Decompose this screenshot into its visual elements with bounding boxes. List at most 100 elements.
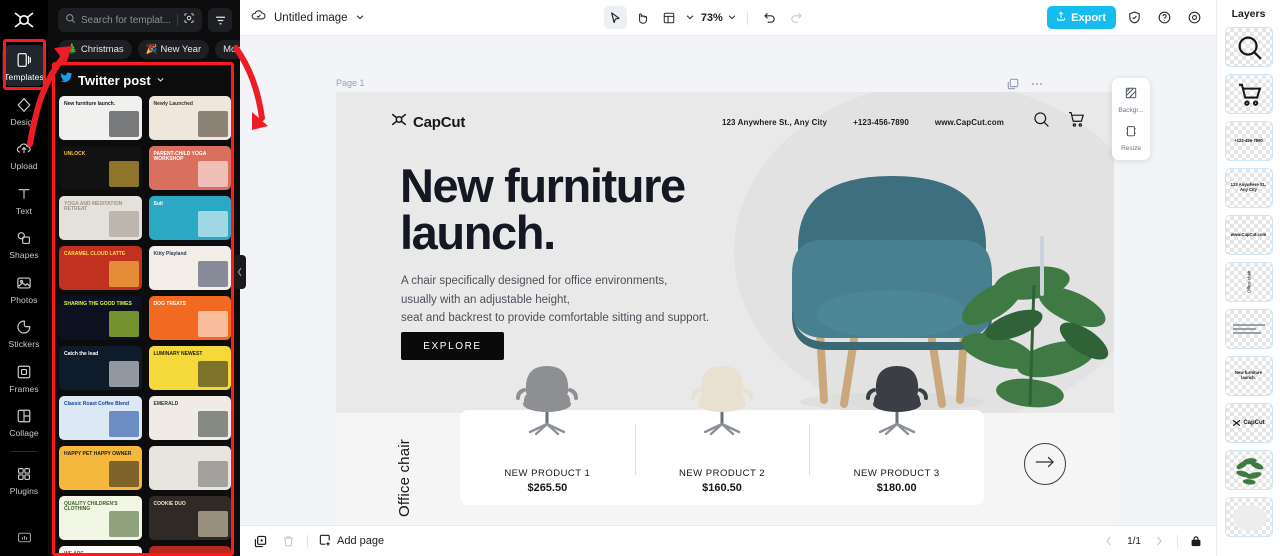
- sidebar-item-label: Stickers: [8, 339, 40, 349]
- delete-page-button[interactable]: [279, 532, 297, 550]
- next-arrow-button[interactable]: [1024, 443, 1066, 485]
- template-thumbnail[interactable]: EMERALD: [148, 396, 231, 440]
- chevron-down-icon[interactable]: [355, 9, 365, 27]
- template-thumbnail-art: [198, 411, 228, 437]
- canvas-vertical-scrollbar[interactable]: [1040, 236, 1044, 296]
- sidebar-item-frames[interactable]: Frames: [2, 357, 46, 398]
- template-thumbnail-label: EMERALD: [153, 401, 179, 407]
- template-thumbnail[interactable]: Kitty Playland: [148, 246, 231, 290]
- sidebar-item-templates[interactable]: Templates: [2, 45, 46, 86]
- layer-item[interactable]: +123-456-7890: [1224, 121, 1273, 161]
- layers-list[interactable]: +123-456-7890 123 Anywhere St., Any City w…: [1224, 27, 1273, 544]
- explore-button[interactable]: EXPLORE: [401, 332, 504, 360]
- sidebar-item-label: Plugins: [9, 485, 39, 496]
- template-thumbnail[interactable]: [148, 546, 231, 556]
- capcut-logo-icon[interactable]: [11, 9, 37, 31]
- background-tool[interactable]: Backgr...: [1114, 83, 1148, 117]
- plugins-icon: [14, 464, 34, 484]
- filter-icon[interactable]: [208, 8, 232, 32]
- template-thumbnail[interactable]: QUALITY CHILDREN'S CLOTHING: [59, 496, 142, 540]
- template-thumbnail[interactable]: LUMINARY NEWEST: [148, 346, 231, 390]
- undo-button[interactable]: [758, 6, 781, 29]
- template-thumbnail[interactable]: UNLOCK: [59, 146, 142, 190]
- product-chair-image: [504, 354, 590, 440]
- layer-item[interactable]: [1224, 27, 1273, 67]
- chip-new-year[interactable]: 🎉 New Year: [137, 40, 210, 59]
- template-thumbnail[interactable]: CARAMEL CLOUD LATTE: [59, 246, 142, 290]
- template-thumbnail[interactable]: SHARING THE GOOD TIMES: [59, 296, 142, 340]
- visual-search-icon[interactable]: [183, 11, 195, 29]
- lock-button[interactable]: [1187, 532, 1205, 550]
- template-thumbnail[interactable]: HAPPY PET HAPPY OWNER: [59, 446, 142, 490]
- template-thumbnail[interactable]: Suit: [148, 196, 231, 240]
- layer-item[interactable]: New furniture launch.: [1224, 356, 1273, 396]
- layout-tool[interactable]: [658, 6, 681, 29]
- sidebar-item-design[interactable]: Design: [2, 90, 46, 131]
- sidebar-item-plugins[interactable]: Plugins: [2, 459, 46, 500]
- layer-item[interactable]: www.CapCut.com: [1224, 215, 1273, 255]
- sidebar-item-stickers[interactable]: Stickers: [2, 312, 46, 353]
- zoom-level[interactable]: 73%: [701, 12, 723, 24]
- resize-tool[interactable]: Resize: [1114, 121, 1148, 155]
- layer-item[interactable]: [1224, 497, 1273, 537]
- template-thumbnail[interactable]: PARENT-CHILD YOGA WORKSHOP: [148, 146, 231, 190]
- layer-item[interactable]: [1224, 309, 1273, 349]
- sidebar-item-shapes[interactable]: Shapes: [2, 223, 46, 264]
- next-page-button[interactable]: [1150, 532, 1168, 550]
- prev-page-button[interactable]: [1100, 532, 1118, 550]
- page-indicator: 1/1: [1127, 535, 1141, 547]
- layer-item[interactable]: 123 Anywhere St., Any City: [1224, 168, 1273, 208]
- redo-button[interactable]: [785, 6, 808, 29]
- template-thumbnail[interactable]: Classic Roast Coffee Blend: [59, 396, 142, 440]
- template-thumbnail[interactable]: YOGA AND MEDITATION RETREAT: [59, 196, 142, 240]
- export-button[interactable]: Export: [1047, 6, 1116, 29]
- select-tool[interactable]: [603, 6, 627, 29]
- template-thumbnail[interactable]: COOKIE DUO: [148, 496, 231, 540]
- template-thumbnail[interactable]: [148, 446, 231, 490]
- sidebar-item-label: Upload: [10, 161, 38, 171]
- canvas-area[interactable]: Page 1 CapCut 123 Anywhere St., Any City…: [240, 36, 1216, 525]
- search-input[interactable]: Search for templat...: [58, 8, 202, 32]
- sidebar-item-upload[interactable]: Upload: [2, 134, 46, 175]
- template-category-header[interactable]: Twitter post: [48, 65, 240, 96]
- template-thumbnail[interactable]: Newly Launched: [148, 96, 231, 140]
- template-thumbnail-art: [198, 211, 228, 237]
- layout-chevron-down-icon[interactable]: [685, 9, 695, 27]
- sidebar-item-label: Text: [16, 205, 32, 216]
- template-thumbnail[interactable]: DOG TREATS: [148, 296, 231, 340]
- hand-tool[interactable]: [631, 6, 654, 29]
- gear-icon[interactable]: [1183, 6, 1206, 29]
- layer-shape: [1232, 505, 1267, 531]
- help-icon[interactable]: [1153, 6, 1176, 29]
- template-thumbnail-art: [108, 461, 139, 487]
- template-thumbnail[interactable]: New furniture launch.: [59, 96, 142, 140]
- artboard[interactable]: CapCut 123 Anywhere St., Any City +123-4…: [336, 92, 1114, 525]
- contact-info: 123 Anywhere St., Any City +123-456-7890…: [722, 118, 1004, 127]
- chevron-down-icon[interactable]: [156, 71, 165, 89]
- sidebar-item-collage[interactable]: Collage: [2, 401, 46, 442]
- sidebar-item-text[interactable]: Text: [2, 179, 46, 220]
- apps-panel-icon[interactable]: [0, 529, 48, 546]
- layer-item[interactable]: CapCut: [1224, 403, 1273, 443]
- template-thumbnail[interactable]: Catch the lead: [59, 346, 142, 390]
- template-thumbnail-label: Suit: [153, 201, 163, 207]
- chip-most[interactable]: Most: [215, 40, 240, 59]
- sidebar-item-photos[interactable]: Photos: [2, 268, 46, 309]
- shield-icon[interactable]: [1123, 6, 1146, 29]
- zoom-chevron-down-icon[interactable]: [727, 9, 737, 27]
- christmas-tree-icon: 🎄: [66, 44, 78, 55]
- template-thumbnail[interactable]: WE ARE: [59, 546, 142, 556]
- layer-item[interactable]: [1224, 450, 1273, 490]
- template-thumbnail-grid[interactable]: New furniture launch. Newly Launched UNLOC…: [48, 96, 240, 556]
- duplicate-page-button[interactable]: [251, 532, 269, 550]
- panel-collapse-icon[interactable]: [234, 255, 246, 289]
- add-page-button[interactable]: Add page: [318, 533, 384, 550]
- search-icon: [1032, 110, 1051, 134]
- document-title[interactable]: Untitled image: [274, 12, 348, 24]
- chip-christmas[interactable]: 🎄 Christmas: [58, 40, 132, 59]
- product-cell: NEW PRODUCT 1 $265.50: [460, 366, 635, 505]
- layer-item[interactable]: Office chair: [1224, 262, 1273, 302]
- chip-label: New Year: [160, 44, 202, 55]
- product-card: NEW PRODUCT 1 $265.50 NEW PRODUCT 2 $160.50…: [460, 366, 984, 505]
- layer-item[interactable]: [1224, 74, 1273, 114]
